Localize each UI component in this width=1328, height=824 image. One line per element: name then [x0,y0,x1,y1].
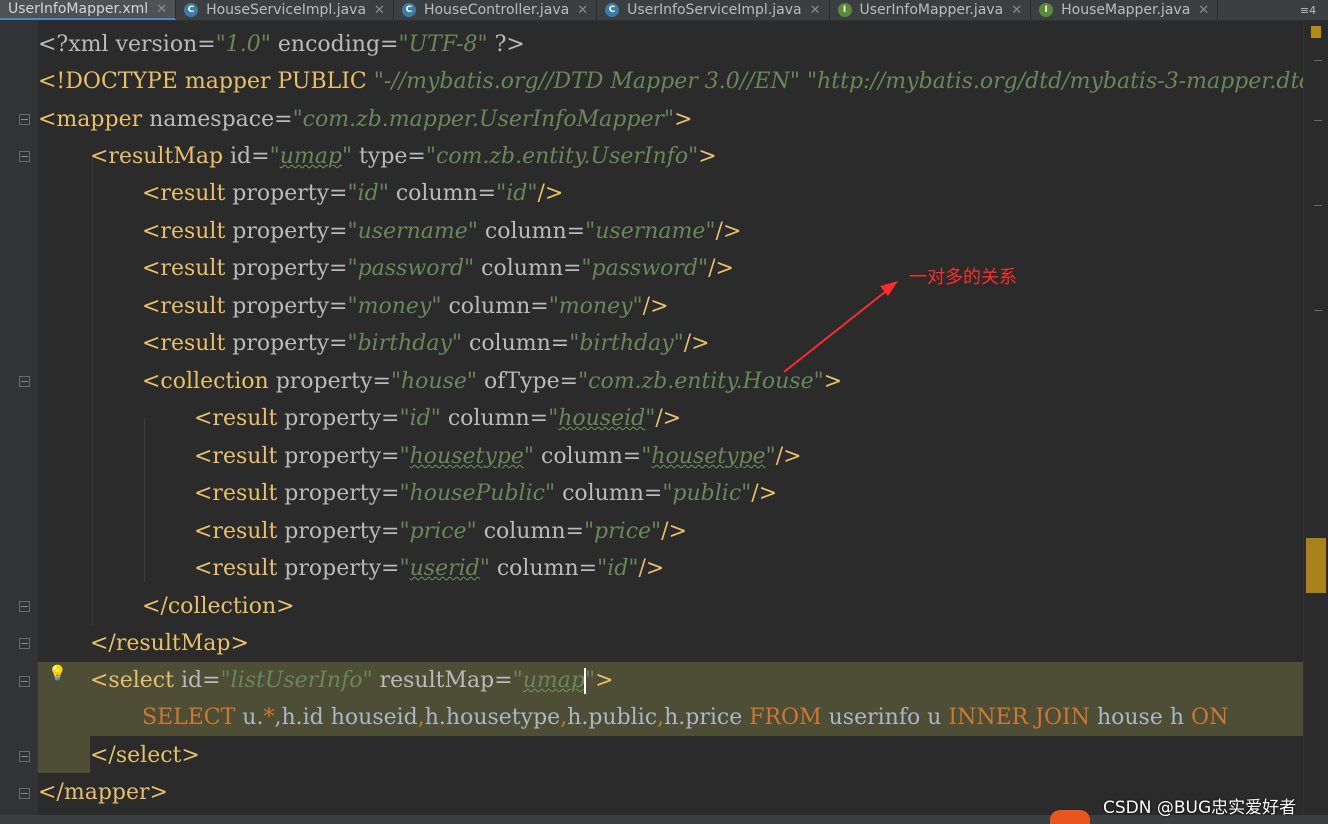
code-line-2: <!DOCTYPE mapper PUBLIC "-//mybatis.org/… [38,69,1324,94]
scroll-tick [1314,60,1322,61]
code-line-20: </select> [90,743,200,768]
scroll-tick [1314,310,1322,311]
close-icon[interactable]: ✕ [156,2,167,17]
code-line-11: <result property="id" column="houseid"/> [194,406,682,431]
close-icon[interactable]: ✕ [1011,3,1022,18]
code-line-4: <resultMap id="umap" type="com.zb.entity… [90,144,717,169]
code-line-1: <?xml version="1.0" encoding="UTF-8" ?> [38,32,525,57]
tab-label: UserInfoMapper.java [859,2,1004,18]
scroll-tick [1314,205,1322,206]
code-line-21: </mapper> [38,780,168,805]
fold-marker[interactable] [19,638,30,649]
class-icon: C [184,3,199,17]
editor-gutter [0,20,38,815]
fold-marker[interactable] [19,151,30,162]
code-editor[interactable]: 💡 <?xml version="1.0" encoding="UTF-8" ?… [0,20,1328,815]
fold-marker[interactable] [19,676,30,687]
tab-houseserviceimpl-java[interactable]: C HouseServiceImpl.java ✕ [176,0,394,20]
code-line-3: <mapper namespace="com.zb.mapper.UserInf… [38,107,693,132]
editor-tab-bar: UserInfoMapper.xml ✕ C HouseServiceImpl.… [0,0,1328,21]
editor-scrollbar[interactable] [1303,20,1328,815]
close-icon[interactable]: ✕ [374,3,385,18]
fold-marker[interactable] [19,601,30,612]
class-icon: C [605,3,620,17]
tab-userinfomapper-java[interactable]: I UserInfoMapper.java ✕ [830,0,1032,20]
scroll-thumb-highlight[interactable] [1306,538,1326,593]
scroll-tick [1314,120,1322,121]
tab-userinfomapper-xml[interactable]: UserInfoMapper.xml ✕ [0,0,177,20]
tab-label: HouseController.java [423,2,570,18]
interface-icon: I [837,3,852,17]
tab-userinfoserviceimpl-java[interactable]: C UserInfoServiceImpl.java ✕ [597,0,830,20]
code-line-14: <result property="price" column="price"/… [194,519,688,544]
fold-marker[interactable] [19,114,30,125]
close-icon[interactable]: ✕ [577,3,588,18]
csdn-logo-icon [1050,810,1090,824]
annotation-text: 一对多的关系 [909,267,1017,288]
indent-guide [92,155,93,625]
tab-housemapper-java[interactable]: I HouseMapper.java ✕ [1031,0,1219,20]
tab-label: UserInfoServiceImpl.java [627,2,802,18]
tab-housecontroller-java[interactable]: C HouseController.java ✕ [394,0,598,20]
code-line-6: <result property="username" column="user… [142,219,742,244]
watermark: CSDN @BUG忠实爱好者 [1103,798,1297,818]
current-statement-highlight [38,736,90,773]
code-line-9: <result property="birthday" column="birt… [142,331,710,356]
code-line-5: <result property="id" column="id"/> [142,181,564,206]
indent-guide [144,417,145,582]
class-icon: C [401,3,416,17]
code-line-18: <select id="listUserInfo" resultMap="uma… [90,668,614,694]
fold-marker[interactable] [19,376,30,387]
code-line-13: <result property="housePublic" column="p… [194,481,778,506]
fold-marker[interactable] [19,751,30,762]
close-icon[interactable]: ✕ [1198,3,1209,18]
interface-icon: I [1039,3,1054,17]
fold-marker[interactable] [19,788,30,799]
tab-label: HouseServiceImpl.java [206,2,367,18]
tab-label: UserInfoMapper.xml [8,1,149,17]
warning-marker[interactable] [1311,26,1321,38]
close-icon[interactable]: ✕ [810,3,821,18]
code-line-10: <collection property="house" ofType="com… [142,369,843,394]
code-line-12: <result property="housetype" column="hou… [194,444,802,469]
code-line-7: <result property="password" column="pass… [142,256,734,281]
code-line-19: SELECT u.*,h.id houseid,h.housetype,h.pu… [142,705,1229,730]
tab-label: HouseMapper.java [1061,2,1191,18]
code-line-15: <result property="userid" column="id"/> [194,556,665,581]
code-line-17: </resultMap> [90,631,249,656]
tab-overflow-button[interactable]: ≡4 [1288,0,1328,20]
code-line-16: </collection> [142,594,295,619]
lightbulb-icon[interactable]: 💡 [48,664,67,682]
code-line-8: <result property="money" column="money"/… [142,294,669,319]
